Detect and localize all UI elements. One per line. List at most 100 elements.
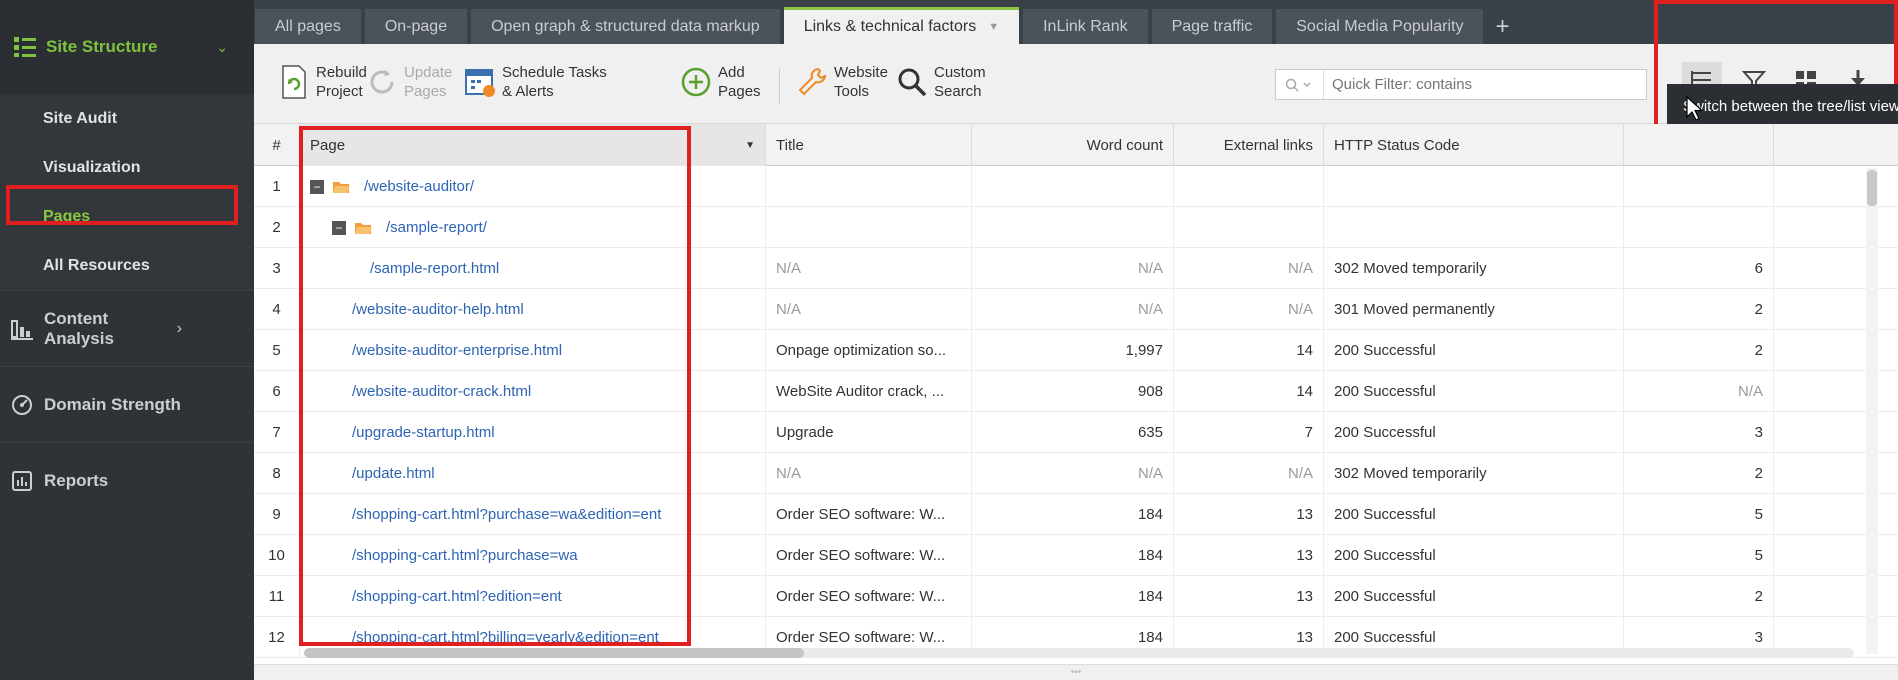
cell-page[interactable]: /shopping-cart.html?purchase=wa — [300, 535, 766, 576]
collapse-icon[interactable]: − — [310, 179, 324, 194]
tab-open-graph[interactable]: Open graph & structured data markup — [471, 9, 780, 44]
sidebar-section-content-analysis[interactable]: Content Analysis › — [0, 290, 254, 366]
cell-num: 7 — [254, 412, 300, 453]
cell-text: N/A — [1137, 465, 1163, 482]
tab-links-technical[interactable]: Links & technical factors ▼ — [783, 7, 1020, 44]
header-num[interactable]: # — [254, 124, 300, 166]
cell-extra: 2 — [1624, 576, 1774, 617]
header-label: Page — [310, 136, 346, 154]
cell-num: 10 — [254, 535, 300, 576]
sidebar-item-all-resources[interactable]: All Resources — [0, 241, 254, 290]
cell-text: 10 — [268, 547, 285, 564]
cell-extra: 2 — [1624, 330, 1774, 371]
header-title[interactable]: Title — [766, 124, 972, 166]
cell-text: N/A — [1737, 383, 1763, 400]
header-word-count[interactable]: Word count — [972, 124, 1174, 166]
cell-page[interactable]: /website-auditor-help.html — [300, 289, 766, 330]
cell-word-count — [972, 207, 1174, 248]
cell-page[interactable]: /upgrade-startup.html — [300, 412, 766, 453]
sidebar-item-site-audit[interactable]: Site Audit — [0, 94, 254, 143]
header-http-status[interactable]: HTTP Status Code — [1324, 124, 1624, 166]
table-row[interactable]: 5/website-auditor-enterprise.html Onpage … — [254, 330, 1898, 371]
scroll-thumb[interactable] — [304, 648, 804, 658]
cell-text: 7 — [272, 424, 281, 441]
cell-text: 2 — [1754, 301, 1763, 318]
cell-external-links: 14 — [1174, 371, 1324, 412]
cell-page[interactable]: /website-auditor-enterprise.html — [300, 330, 766, 371]
cell-filler — [1774, 330, 1898, 371]
cell-page[interactable]: /update.html — [300, 453, 766, 494]
tab-social-media[interactable]: Social Media Popularity — [1276, 9, 1484, 44]
table-row[interactable]: 9/shopping-cart.html?purchase=wa&edition… — [254, 494, 1898, 535]
sort-dropdown-icon[interactable]: ▼ — [745, 140, 755, 151]
vertical-scrollbar[interactable] — [1866, 168, 1878, 654]
tab-inlink-rank[interactable]: InLink Rank — [1023, 9, 1148, 44]
domain-strength-icon — [10, 393, 34, 417]
tab-all-pages[interactable]: All pages — [255, 9, 361, 44]
cell-page[interactable]: − /website-auditor/ — [300, 166, 766, 207]
cell-num: 9 — [254, 494, 300, 535]
table-row[interactable]: 6/website-auditor-crack.html WebSite Audi… — [254, 371, 1898, 412]
table-row[interactable]: 8/update.html N/A N/A N/A 302 Moved temporar… — [254, 453, 1898, 494]
table-row[interactable]: 7/upgrade-startup.html Upgrade 635 7 200 Suc… — [254, 412, 1898, 453]
button-label: Update — [404, 64, 453, 81]
cell-filler — [1774, 412, 1898, 453]
cell-text: 635 — [1137, 424, 1163, 441]
search-dropdown-icon[interactable] — [1276, 70, 1324, 99]
table-row[interactable]: 10/shopping-cart.html?purchase=wa Order S… — [254, 535, 1898, 576]
schedule-tasks-button[interactable]: Schedule Tasks & Alerts — [462, 62, 632, 102]
tab-page-traffic[interactable]: Page traffic — [1151, 9, 1273, 44]
sidebar-item-pages[interactable]: Pages — [0, 192, 254, 241]
tab-label: Links & technical factors — [803, 18, 977, 35]
chevron-down-icon[interactable]: ▼ — [988, 21, 999, 33]
cell-title: WebSite Auditor crack, ... — [766, 371, 972, 412]
resize-handle[interactable]: ••• — [254, 664, 1898, 680]
cell-page[interactable]: /shopping-cart.html?edition=ent — [300, 576, 766, 617]
scroll-thumb[interactable] — [1867, 170, 1877, 206]
sidebar-section-site-structure[interactable]: Site Structure ⌄ — [0, 0, 254, 94]
toolbar: Rebuild Project Update Pages Schedule Task… — [254, 44, 1898, 124]
table-row[interactable]: 3/sample-report.html N/A N/A N/A 302 Moved t… — [254, 248, 1898, 289]
cell-text: N/A — [1287, 465, 1313, 482]
header-page[interactable]: Page ▼ — [300, 124, 766, 166]
cell-text: 6 — [1754, 260, 1763, 277]
quick-filter-input[interactable] — [1324, 76, 1646, 93]
table-row[interactable]: 1 − /website-auditor/ — [254, 166, 1898, 207]
collapse-icon[interactable]: − — [332, 220, 346, 235]
button-label: Website — [834, 64, 888, 81]
horizontal-scrollbar[interactable] — [304, 648, 1854, 658]
cell-text: 3 — [1754, 424, 1763, 441]
table-body: 1 − /website-auditor/2 − /sample-report/3/sa… — [254, 166, 1898, 658]
table-row[interactable]: 11/shopping-cart.html?edition=ent Order S… — [254, 576, 1898, 617]
cell-text: /sample-report.html — [370, 260, 500, 277]
cell-http-status: 200 Successful — [1324, 330, 1624, 371]
chevron-right-icon: › — [176, 319, 182, 337]
button-label: Rebuild — [316, 64, 367, 81]
table-row[interactable]: 4/website-auditor-help.html N/A N/A N/A 301 … — [254, 289, 1898, 330]
cell-page[interactable]: /sample-report.html — [300, 248, 766, 289]
add-tab-icon[interactable]: + — [1495, 9, 1509, 44]
site-structure-icon — [12, 34, 38, 60]
cell-external-links: 7 — [1174, 412, 1324, 453]
refresh-icon — [364, 62, 400, 102]
header-extra[interactable] — [1624, 124, 1774, 166]
cell-http-status: 200 Successful — [1324, 535, 1624, 576]
cell-text: Order SEO software: W... — [776, 547, 946, 564]
cell-external-links: 13 — [1174, 535, 1324, 576]
custom-search-button[interactable]: Custom Search — [894, 62, 1014, 102]
chevron-down-icon: ⌄ — [216, 38, 228, 55]
sidebar-item-visualization[interactable]: Visualization — [0, 143, 254, 192]
cell-http-status — [1324, 207, 1624, 248]
sidebar-section-domain-strength[interactable]: Domain Strength — [0, 366, 254, 442]
add-pages-button[interactable]: Add Pages — [678, 62, 778, 102]
tab-on-page[interactable]: On-page — [364, 9, 468, 44]
header-external-links[interactable]: External links — [1174, 124, 1324, 166]
sidebar-section-label: Content Analysis — [44, 308, 114, 348]
cell-title: Order SEO software: W... — [766, 494, 972, 535]
cell-page[interactable]: − /sample-report/ — [300, 207, 766, 248]
sidebar-section-reports[interactable]: Reports — [0, 442, 254, 518]
table-row[interactable]: 2 − /sample-report/ — [254, 207, 1898, 248]
cell-text: /sample-report/ — [386, 219, 487, 236]
cell-page[interactable]: /shopping-cart.html?purchase=wa&edition=… — [300, 494, 766, 535]
cell-page[interactable]: /website-auditor-crack.html — [300, 371, 766, 412]
